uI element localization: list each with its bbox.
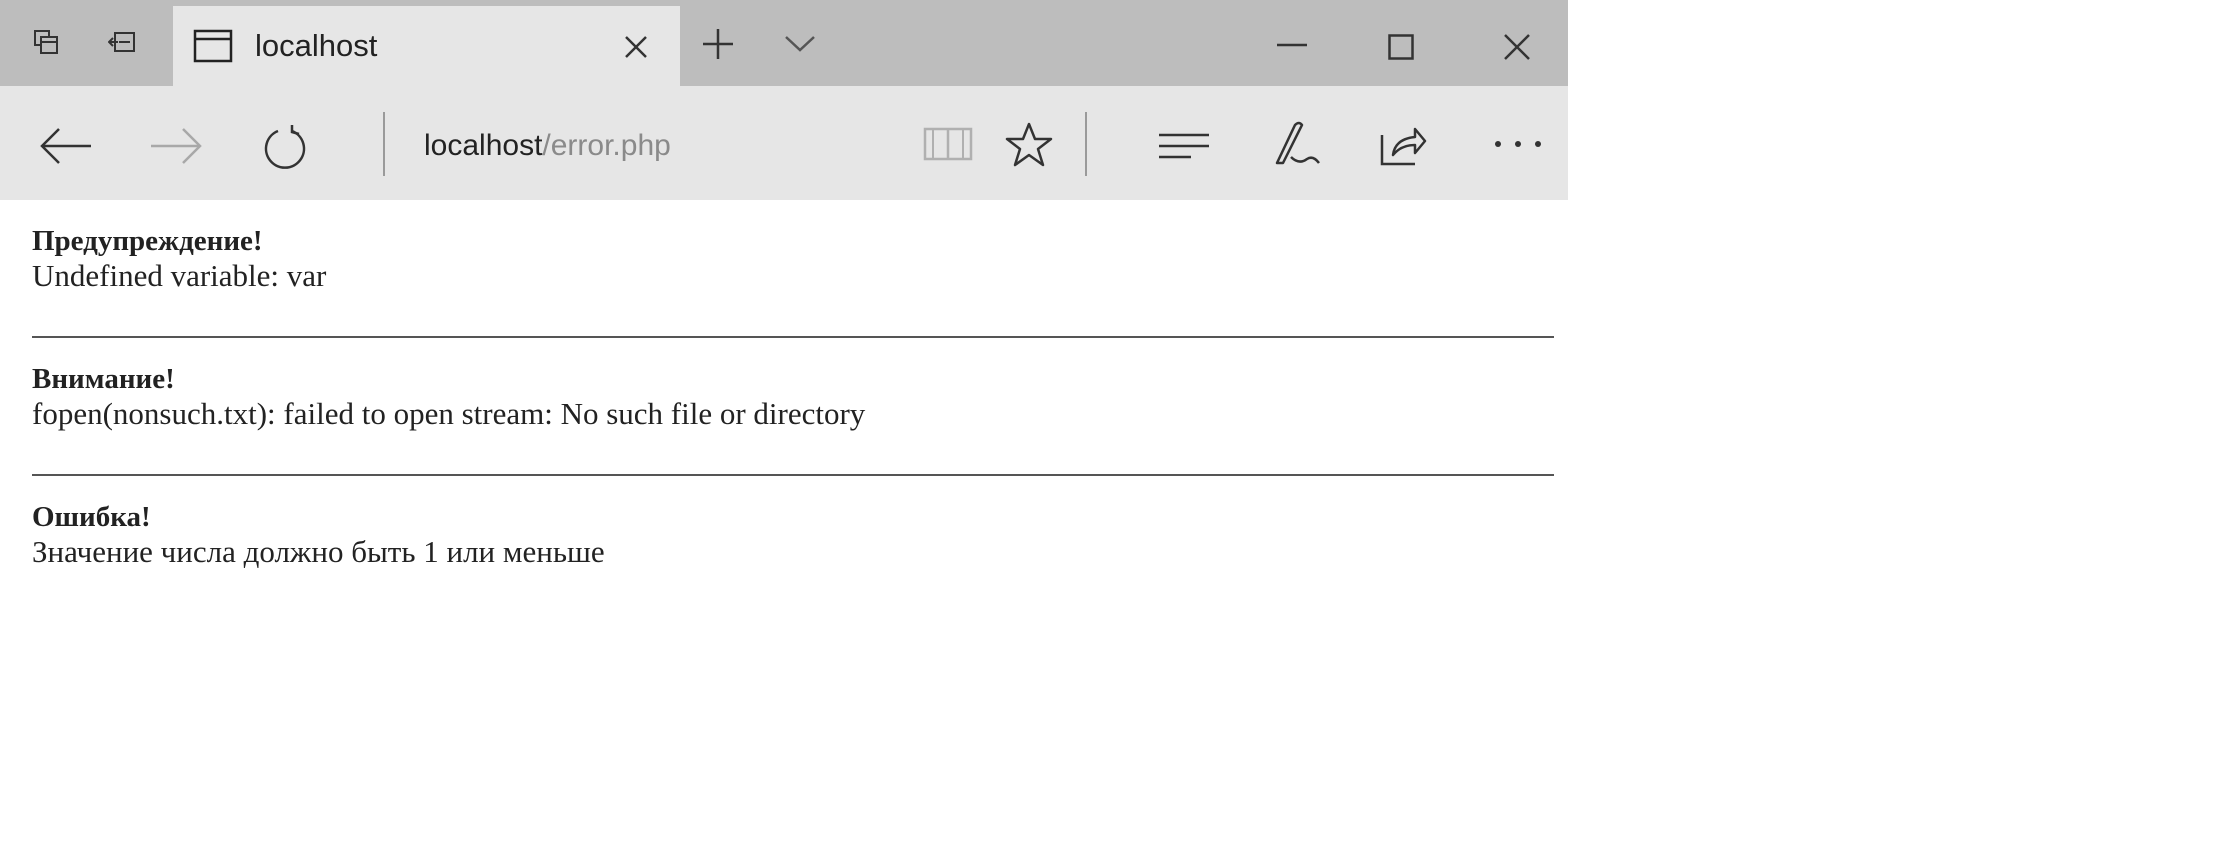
toolbar-separator (1085, 112, 1087, 176)
page-content: Предупреждение! Undefined variable: var … (32, 224, 1554, 638)
more-icon[interactable] (1490, 134, 1546, 154)
plus-icon[interactable] (700, 26, 736, 62)
refresh-icon[interactable] (260, 122, 310, 172)
message-text: fopen(nonsuch.txt): failed to open strea… (32, 396, 866, 431)
tab-strip: localhost (0, 0, 1568, 86)
navigation-bar: localhost/error.php (0, 86, 1568, 200)
minimize-icon[interactable] (1272, 30, 1312, 60)
address-separator (383, 112, 385, 176)
star-icon[interactable] (1002, 120, 1056, 170)
address-bar[interactable]: localhost/error.php (424, 128, 671, 164)
url-path: /error.php (542, 129, 671, 162)
set-aside-tabs-icon[interactable] (108, 28, 136, 56)
page-icon (193, 29, 233, 68)
message-title: Внимание! (32, 363, 175, 395)
message-title: Предупреждение! (32, 225, 263, 257)
divider (32, 474, 1554, 476)
message-title: Ошибка! (32, 501, 151, 533)
hub-icon[interactable] (1156, 128, 1212, 164)
maximize-icon[interactable] (1384, 30, 1418, 64)
tab-actions-icon[interactable] (32, 28, 60, 56)
close-icon[interactable] (621, 32, 651, 62)
share-icon[interactable] (1378, 122, 1428, 168)
message-error: Ошибка! Значение числа должно быть 1 или… (32, 500, 1554, 638)
forward-arrow-icon[interactable] (148, 126, 204, 166)
message-warning: Предупреждение! Undefined variable: var (32, 224, 1554, 362)
back-arrow-icon[interactable] (38, 126, 94, 166)
url-host: localhost (424, 129, 543, 162)
tab-title: localhost (255, 28, 378, 63)
message-text: Значение числа должно быть 1 или меньше (32, 534, 605, 569)
message-notice: Внимание! fopen(nonsuch.txt): failed to … (32, 362, 1554, 500)
close-window-icon[interactable] (1500, 30, 1534, 64)
tab-localhost[interactable]: localhost (173, 6, 680, 86)
divider (32, 336, 1554, 338)
pen-icon[interactable] (1268, 118, 1322, 172)
chevron-down-icon[interactable] (782, 34, 818, 54)
book-icon[interactable] (920, 124, 976, 164)
message-text: Undefined variable: var (32, 258, 327, 293)
